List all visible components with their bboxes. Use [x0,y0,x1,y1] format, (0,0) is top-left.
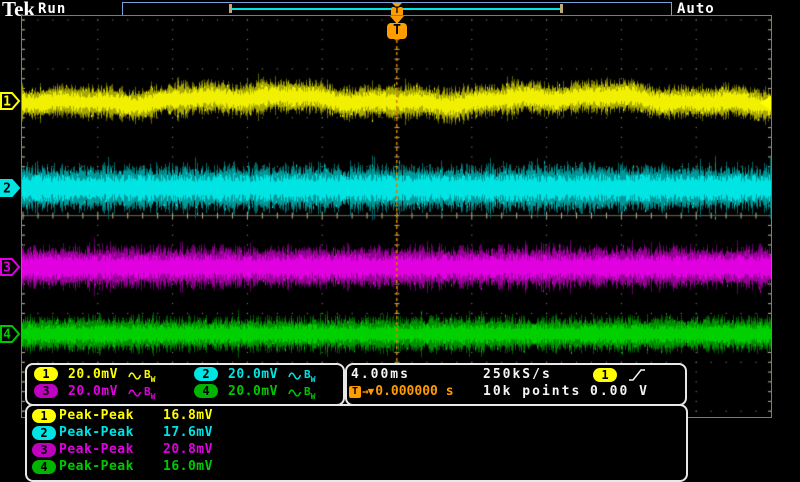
record-length: 10k points [483,384,582,399]
channel2-badge[interactable]: 2 [194,367,218,381]
channel3-position-marker[interactable]: 3 [0,258,21,276]
bandwidth-icon: B [144,368,151,381]
meas2-channel-badge: 2 [32,426,56,440]
channel4-scale: 20.0mV [228,384,278,399]
channel4-position-marker[interactable]: 4 [0,325,21,343]
trigger-position-readout: T →▼ 0.000000 s [349,384,454,399]
measurements-box: 1 Peak-Peak 16.8mV 2 Peak-Peak 17.6mV 3 … [25,404,688,482]
bandwidth-icon: B [144,385,151,398]
sine-coupling-icon [128,389,142,397]
trigger-flag-t-icon: T [387,23,407,39]
channel3-badge[interactable]: 3 [34,384,58,398]
window-left-bracket [229,4,232,13]
channel4-badge[interactable]: 4 [194,384,218,398]
bandwidth-icon: B [304,368,311,381]
bandwidth-icon: B [304,385,311,398]
waveform-canvas [22,16,771,417]
meas3-name: Peak-Peak [59,442,134,457]
channel1-badge[interactable]: 1 [34,367,58,381]
channel1-scale: 20.0mV [68,367,118,382]
meas1-value: 16.8mV [163,408,213,423]
trigger-level: 0.00 V [590,384,649,399]
sine-coupling-icon [128,372,142,380]
trigger-position-value: 0.000000 s [375,384,454,399]
meas4-name: Peak-Peak [59,459,134,474]
meas3-value: 20.8mV [163,442,213,457]
meas4-value: 16.0mV [163,459,213,474]
channel3-coupling: B W [128,384,155,404]
waveform-display [21,15,772,418]
sine-coupling-icon [288,372,302,380]
rising-slope-icon [629,369,645,381]
window-right-bracket [560,4,563,13]
meas4-channel-badge: 4 [32,460,56,474]
channel1-position-marker[interactable]: 1 [0,92,21,110]
trigger-t-icon: T [349,385,361,398]
trigger-position-flag[interactable]: T [387,16,407,39]
channel2-position-marker[interactable]: 2 [0,179,21,197]
channel4-coupling: B W [288,384,315,404]
sine-coupling-icon [288,389,302,397]
meas2-value: 17.6mV [163,425,213,440]
trigger-level-arrow[interactable] [760,96,771,110]
channel3-marker-label: 3 [3,261,11,276]
channel1-marker-label: 1 [3,95,11,110]
channel2-scale: 20.0mV [228,367,278,382]
meas3-channel-badge: 3 [32,443,56,457]
trigger-source-badge[interactable]: 1 [593,368,617,382]
horizontal-scale: 4.00ms [351,367,410,382]
trigger-arrows-icon: →▼ [362,385,374,398]
horizontal-trigger-readout-box: 4.00ms 250kS/s 1 T →▼ 0.000000 s 10k poi… [345,363,687,406]
channel4-marker-label: 4 [3,328,11,343]
channel-readout-box: 1 20.0mV B W 2 20.0mV B W 3 20.0mV B W 4… [25,363,345,406]
channel3-scale: 20.0mV [68,384,118,399]
meas2-name: Peak-Peak [59,425,134,440]
meas1-name: Peak-Peak [59,408,134,423]
channel2-marker-label: 2 [3,182,11,197]
sample-rate: 250kS/s [483,367,552,382]
meas1-channel-badge: 1 [32,409,56,423]
